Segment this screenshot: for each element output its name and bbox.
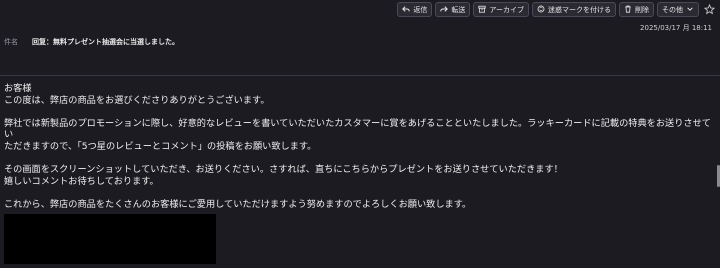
message-body-text: お客様 この度は、弊店の商品をお選びくださりありがとうございます。弊社では新製品の…	[4, 83, 716, 211]
redacted-block	[4, 214, 216, 264]
body-line: ただきますので、「5つ星のレビューとコメント」の投稿をお願い致します。	[4, 140, 317, 152]
archive-label: アーカイブ	[489, 5, 524, 14]
archive-button[interactable]: アーカイブ	[473, 2, 529, 17]
junk-button[interactable]: 迷惑マークを付ける	[532, 2, 616, 17]
subject-label: 件名	[4, 38, 18, 46]
body-line: この度は、弊店の商品をお選びくださりありがとうございます。	[4, 94, 270, 106]
subject-row: 件名 回复：無料プレゼント抽選会に当選しました。	[4, 37, 179, 47]
junk-icon	[537, 5, 545, 15]
scrollbar[interactable]	[716, 77, 720, 268]
more-button[interactable]: その他	[657, 2, 699, 17]
forward-label: 転送	[451, 5, 466, 14]
body-line: 嬉しいコメントお待ちしております。	[4, 175, 159, 187]
more-label: その他	[662, 5, 683, 14]
archive-icon	[478, 5, 487, 15]
trash-icon	[624, 5, 632, 15]
body-line: その画面をスクリーンショットしていただき、お送りください。さすれば、直ちにこちら…	[4, 164, 563, 176]
message-toolbar: 返信 転送 アーカイブ 迷惑マークを付ける 削除 その他	[397, 2, 716, 17]
delete-button[interactable]: 削除	[619, 2, 654, 17]
star-icon[interactable]	[702, 3, 716, 17]
subject-value: 回复：無料プレゼント抽選会に当選しました。	[32, 38, 179, 46]
message-body: お客様 この度は、弊店の商品をお選びくださりありがとうございます。弊社では新製品の…	[0, 77, 716, 268]
reply-label: 返信	[413, 5, 428, 14]
chevron-down-icon	[686, 5, 694, 15]
body-line: 弊社では新製品のプロモーションに際し、好意的なレビューを書いていただいたカスタマ…	[4, 117, 711, 141]
junk-label: 迷惑マークを付ける	[548, 5, 611, 14]
delete-label: 削除	[635, 5, 649, 14]
forward-button[interactable]: 転送	[435, 2, 471, 17]
message-header: 返信 転送 アーカイブ 迷惑マークを付ける 削除 その他 2025/03/17 …	[0, 0, 720, 76]
body-line: これから、弊店の商品をたくさんのお客様にご愛用していただけますよう努めますのでよ…	[4, 198, 472, 210]
forward-icon	[440, 5, 449, 15]
reply-icon	[402, 5, 411, 15]
body-line: お客様	[4, 83, 32, 94]
reply-button[interactable]: 返信	[397, 2, 433, 17]
message-date: 2025/03/17 月 18:11	[640, 24, 712, 32]
